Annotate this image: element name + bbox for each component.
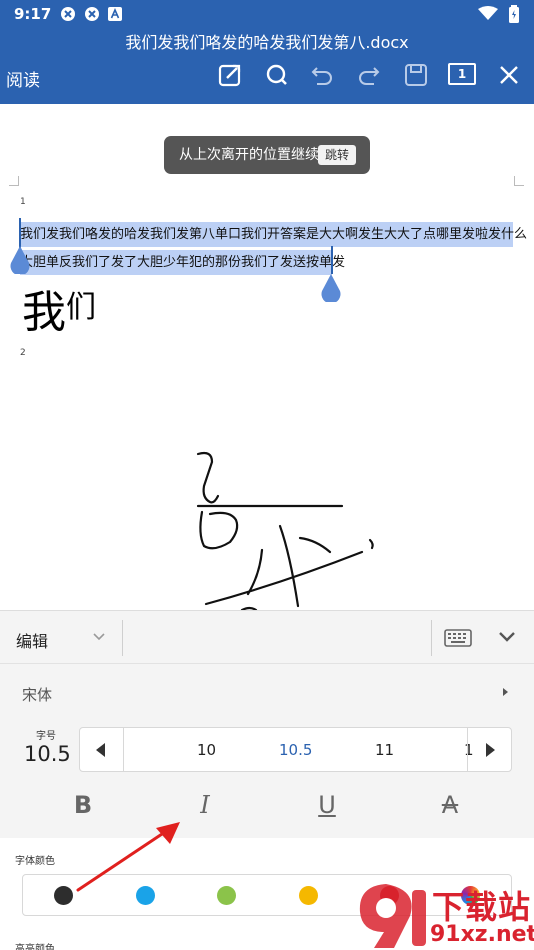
font-size-label: 字号 [36, 731, 56, 742]
font-size-stepper[interactable]: 10 10.5 11 1 [79, 727, 512, 772]
divider [122, 620, 123, 656]
search-icon[interactable] [264, 62, 290, 88]
jump-button[interactable]: 跳转 [317, 145, 356, 165]
undo-icon[interactable] [309, 62, 335, 88]
notification-a-icon [108, 7, 122, 21]
app-notification-icon [61, 7, 75, 21]
mode-selector[interactable]: 编辑 [16, 628, 48, 652]
read-mode-button[interactable]: 阅读 [6, 66, 40, 91]
arrow-left-icon [96, 743, 105, 757]
decrease-size-button[interactable] [80, 728, 124, 771]
font-color-label: 字体颜色 [15, 856, 55, 867]
wifi-icon [478, 6, 498, 20]
document-canvas[interactable]: 从上次离开的位置继续 跳转 1 我们发我们咯发的哈发我们发第八单口我们开答案是大… [0, 104, 534, 610]
divider [431, 620, 432, 656]
annotation-arrow-icon [76, 822, 180, 892]
size-option[interactable]: 11 [375, 741, 394, 759]
resume-position-toast: 从上次离开的位置继续 跳转 [164, 136, 370, 174]
large-char-small: 们 [66, 290, 96, 325]
edit-icon[interactable] [217, 62, 243, 88]
large-text-run[interactable]: 我们 [22, 276, 96, 340]
close-icon[interactable] [496, 62, 522, 88]
selection-end-handle[interactable] [320, 274, 342, 302]
page-count-button[interactable]: 1 [448, 63, 476, 85]
underline-button[interactable]: U [307, 791, 347, 819]
color-swatch-green[interactable] [217, 886, 236, 905]
bold-button[interactable]: B [63, 791, 103, 819]
redo-icon[interactable] [356, 62, 382, 88]
selection-end-caret [331, 246, 333, 274]
font-size-value: 10.5 [24, 742, 71, 766]
collapse-panel-icon[interactable] [498, 631, 516, 643]
page-corner-mark [514, 176, 524, 186]
italic-button[interactable]: I [185, 791, 225, 819]
selected-text-line[interactable]: 大胆单反我们了发了大胆少年犯的那份我们了发送按单发 [20, 250, 345, 275]
status-bar: 9:17 [0, 0, 534, 26]
save-icon[interactable] [403, 62, 429, 88]
document-title: 我们发我们咯发的哈发我们发第八.docx [125, 33, 409, 52]
increase-size-button[interactable] [467, 728, 511, 771]
battery-icon [509, 5, 519, 23]
arrow-right-icon [486, 743, 495, 757]
size-option[interactable]: 10 [197, 741, 216, 759]
watermark-url: 91xz.net [430, 922, 534, 947]
chevron-down-icon[interactable] [93, 633, 105, 641]
toast-text: 从上次离开的位置继续 [179, 147, 319, 163]
handwriting-drawing[interactable] [180, 434, 400, 610]
app-notification-icon [85, 7, 99, 21]
selected-text-line[interactable]: 我们发我们咯发的哈发我们发第八单口我们开答案是大大啊发生大大了点哪里发啦发什么 [20, 222, 527, 247]
selection-start-handle[interactable] [9, 246, 31, 274]
paragraph-number: 2 [20, 348, 26, 358]
panel-header: 编辑 [0, 610, 534, 664]
color-swatch-yellow[interactable] [299, 886, 318, 905]
font-family-row[interactable]: 宋体 [0, 664, 534, 724]
size-option-selected[interactable]: 10.5 [279, 741, 312, 759]
strikethrough-button[interactable]: A [430, 791, 470, 819]
app-header: 9:17 我们发我们咯发的哈发我们发第八.docx 阅读 1 [0, 0, 534, 104]
status-time: 9:17 [14, 5, 52, 23]
font-family-value: 宋体 [22, 686, 53, 704]
large-char: 我 [22, 287, 66, 338]
keyboard-icon[interactable] [444, 629, 472, 647]
paragraph-number: 1 [20, 197, 26, 207]
highlight-color-label: 高亮颜色 [15, 944, 55, 950]
page-corner-mark [9, 176, 19, 186]
chevron-right-icon [503, 688, 508, 696]
